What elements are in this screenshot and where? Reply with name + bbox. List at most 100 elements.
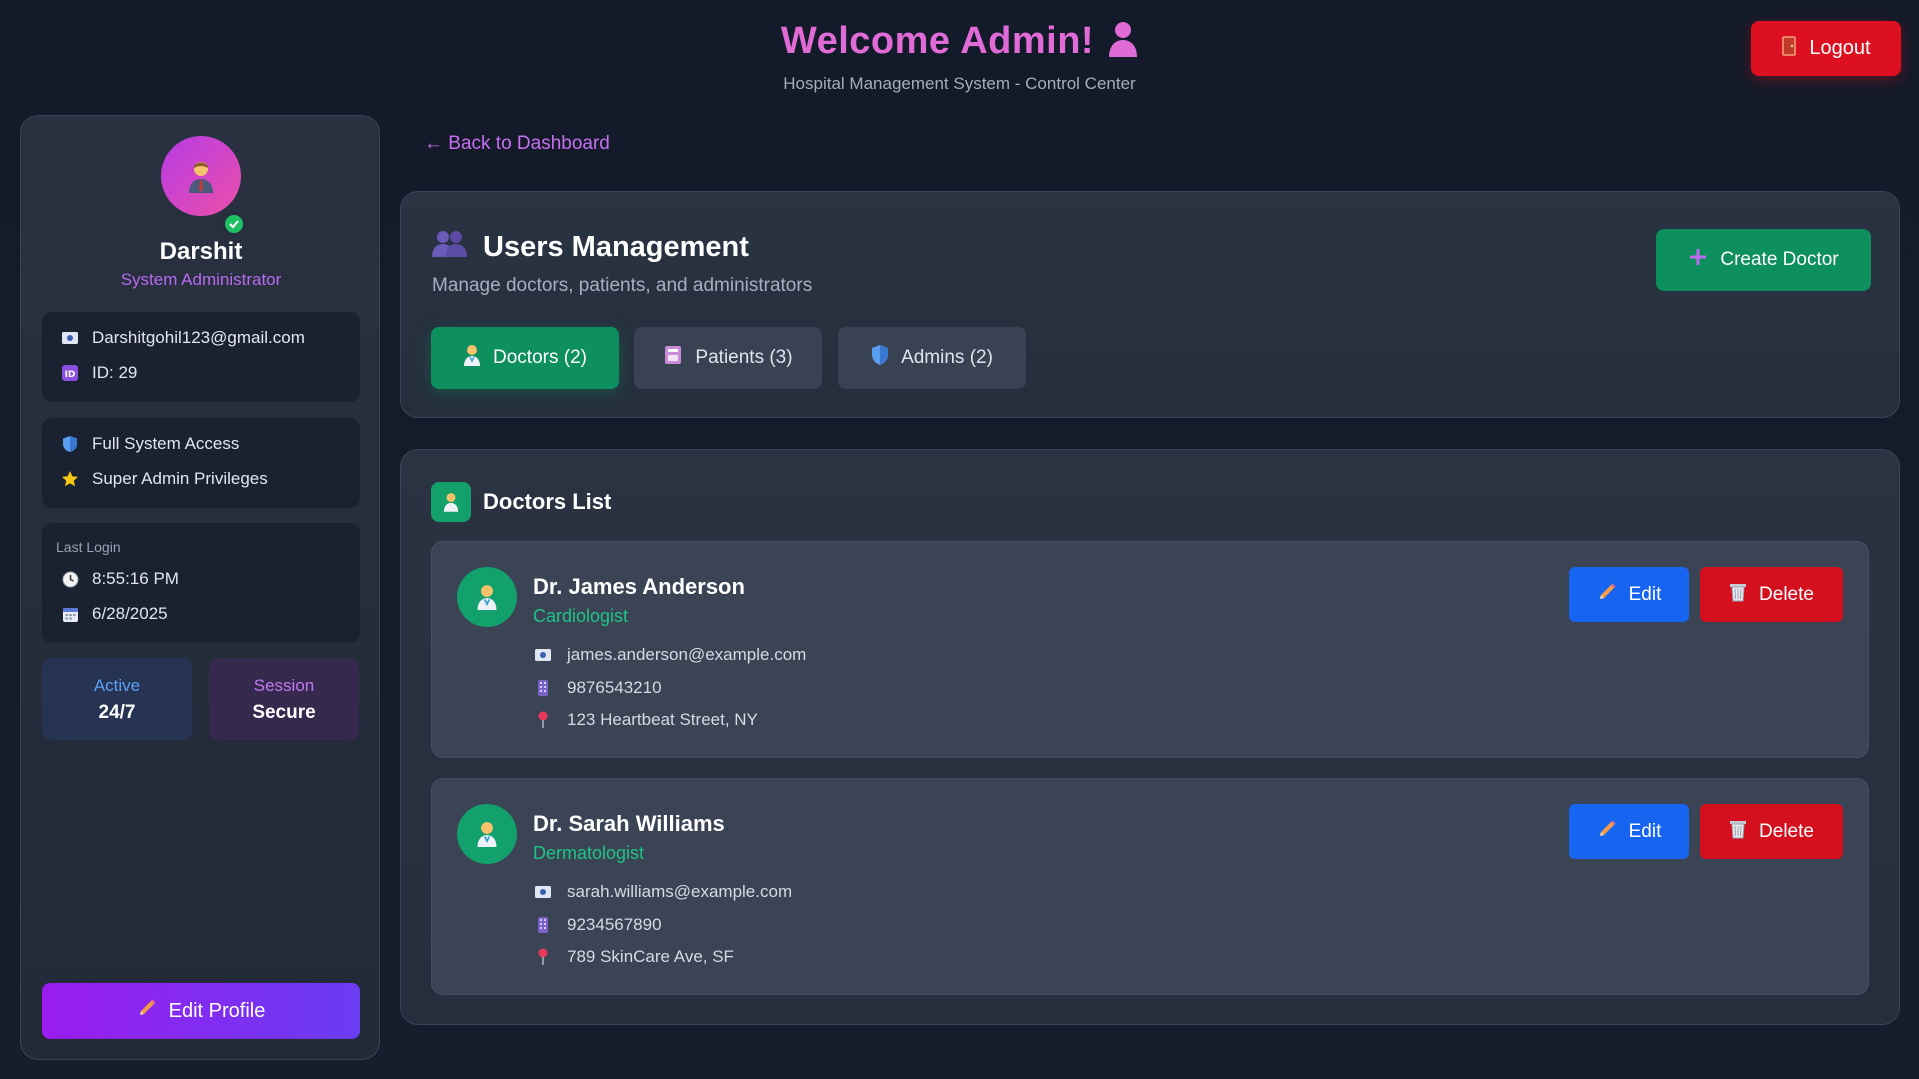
tab-patients[interactable]: Patients (3) [634, 327, 822, 389]
star-icon [60, 469, 80, 489]
stat-active-value: 24/7 [98, 702, 136, 723]
doctor-icon [477, 822, 497, 847]
doctor-address-row: 123 Heartbeat Street, NY [533, 710, 758, 730]
phone-icon [533, 916, 553, 934]
doctors-list-heading: Doctors List [431, 482, 611, 522]
doctor-email-row: james.anderson@example.com [533, 645, 806, 665]
doctor-name: Dr. James Anderson [533, 574, 745, 599]
last-login-time: 8:55:16 PM [92, 569, 179, 588]
pencil-icon [1597, 819, 1617, 845]
edit-profile-button[interactable]: Edit Profile [42, 983, 360, 1039]
clock-icon [60, 569, 80, 589]
pin-icon [533, 948, 553, 966]
profile-sidebar: Darshit System Administrator Darshitgohi… [20, 115, 380, 1060]
welcome-text: Welcome Admin! [780, 20, 1095, 62]
last-login-date: 6/28/2025 [92, 604, 168, 623]
create-doctor-button[interactable]: Create Doctor [1656, 229, 1871, 291]
trash-icon [1729, 819, 1747, 845]
users-management-panel: Users Management Manage doctors, patient… [400, 191, 1900, 418]
permissions-card: Full System Access Super Admin Privilege… [42, 418, 360, 508]
delete-label: Delete [1759, 583, 1814, 605]
doctor-card: Dr. James Anderson Cardiologist james.an… [431, 541, 1869, 758]
back-to-dashboard-link[interactable]: ← Back to Dashboard [424, 133, 610, 155]
stat-session-value: Secure [252, 702, 316, 723]
doctor-email: james.anderson@example.com [567, 645, 807, 664]
pin-icon [533, 711, 553, 729]
permission-full-access: Full System Access [92, 434, 240, 453]
profile-id: ID: 29 [92, 363, 138, 382]
person-tie-icon [189, 162, 213, 193]
stat-active: Active 24/7 [42, 658, 192, 740]
last-login-label: Last Login [56, 539, 121, 555]
delete-doctor-button[interactable]: Delete [1700, 804, 1843, 859]
profile-role: System Administrator [120, 270, 282, 289]
page-subtitle: Hospital Management System - Control Cen… [783, 74, 1136, 93]
pencil-icon [137, 998, 157, 1024]
avatar [161, 136, 241, 216]
trash-icon [1729, 582, 1747, 608]
id-card-icon [533, 648, 553, 662]
doctor-email: sarah.williams@example.com [567, 882, 793, 901]
logout-button[interactable]: Logout [1751, 21, 1901, 76]
doctor-specialty: Cardiologist [533, 606, 629, 626]
verified-icon [222, 212, 246, 236]
doctor-avatar [457, 804, 517, 864]
delete-doctor-button[interactable]: Delete [1700, 567, 1843, 622]
doctor-avatar [457, 567, 517, 627]
logout-label: Logout [1809, 37, 1871, 59]
svg-text:ID: ID [65, 370, 76, 380]
doctor-name: Dr. Sarah Williams [533, 811, 725, 836]
user-icon [1108, 21, 1138, 67]
stat-active-label: Active [93, 676, 141, 695]
edit-label: Edit [1628, 583, 1662, 605]
id-card-icon [533, 885, 553, 899]
profile-name: Darshit [159, 238, 243, 265]
last-login-card: Last Login 8:55:16 PM 6/28/2025 [42, 523, 360, 643]
permission-row: Full System Access [60, 434, 239, 454]
doctor-phone-row: 9234567890 [533, 915, 662, 935]
tab-admins-label: Admins (2) [901, 347, 993, 368]
page-title-text: Users Management [483, 230, 749, 263]
doctor-email-row: sarah.williams@example.com [533, 882, 792, 902]
doctor-icon [431, 482, 471, 522]
email-row: Darshitgohil123@gmail.com [60, 328, 305, 348]
shield-icon [871, 344, 889, 372]
edit-label: Edit [1628, 820, 1662, 842]
page-description: Manage doctors, patients, and administra… [432, 275, 813, 296]
edit-doctor-button[interactable]: Edit [1569, 804, 1689, 859]
tab-doctors[interactable]: Doctors (2) [431, 327, 619, 389]
doctor-phone: 9876543210 [567, 678, 662, 697]
last-login-time-row: 8:55:16 PM [60, 569, 179, 589]
create-doctor-label: Create Doctor [1720, 249, 1839, 270]
patient-icon [663, 344, 683, 372]
doctors-list-panel: Doctors List Dr. James Anderson Cardiolo… [400, 449, 1900, 1025]
plus-icon [1688, 247, 1708, 273]
page-header: Welcome Admin! Hospital Management Syste… [0, 0, 1919, 110]
doctor-address: 789 SkinCare Ave, SF [567, 947, 734, 966]
users-icon [431, 228, 469, 266]
edit-doctor-button[interactable]: Edit [1569, 567, 1689, 622]
tab-admins[interactable]: Admins (2) [838, 327, 1026, 389]
id-row: ID ID: 29 [60, 363, 137, 383]
calendar-icon [60, 604, 80, 624]
permission-super-admin: Super Admin Privileges [92, 469, 268, 488]
doctor-address-row: 789 SkinCare Ave, SF [533, 947, 734, 967]
phone-icon [533, 679, 553, 697]
edit-profile-label: Edit Profile [168, 999, 266, 1022]
welcome-heading: Welcome Admin! [0, 20, 1919, 67]
doctor-icon [463, 344, 481, 372]
delete-label: Delete [1759, 820, 1814, 842]
tab-patients-label: Patients (3) [695, 347, 793, 368]
stat-session-label: Session [253, 676, 315, 695]
doctor-icon [477, 585, 497, 610]
pencil-icon [1597, 582, 1617, 608]
doctor-phone-row: 9876543210 [533, 678, 662, 698]
doctors-list-title: Doctors List [483, 489, 612, 514]
id-badge-icon: ID [60, 363, 80, 383]
doctor-card: Dr. Sarah Williams Dermatologist sarah.w… [431, 778, 1869, 995]
doctor-phone: 9234567890 [567, 915, 662, 934]
id-card-icon [60, 328, 80, 348]
doctor-address: 123 Heartbeat Street, NY [567, 710, 758, 729]
last-login-date-row: 6/28/2025 [60, 604, 168, 624]
contact-card: Darshitgohil123@gmail.com ID ID: 29 [42, 312, 360, 402]
